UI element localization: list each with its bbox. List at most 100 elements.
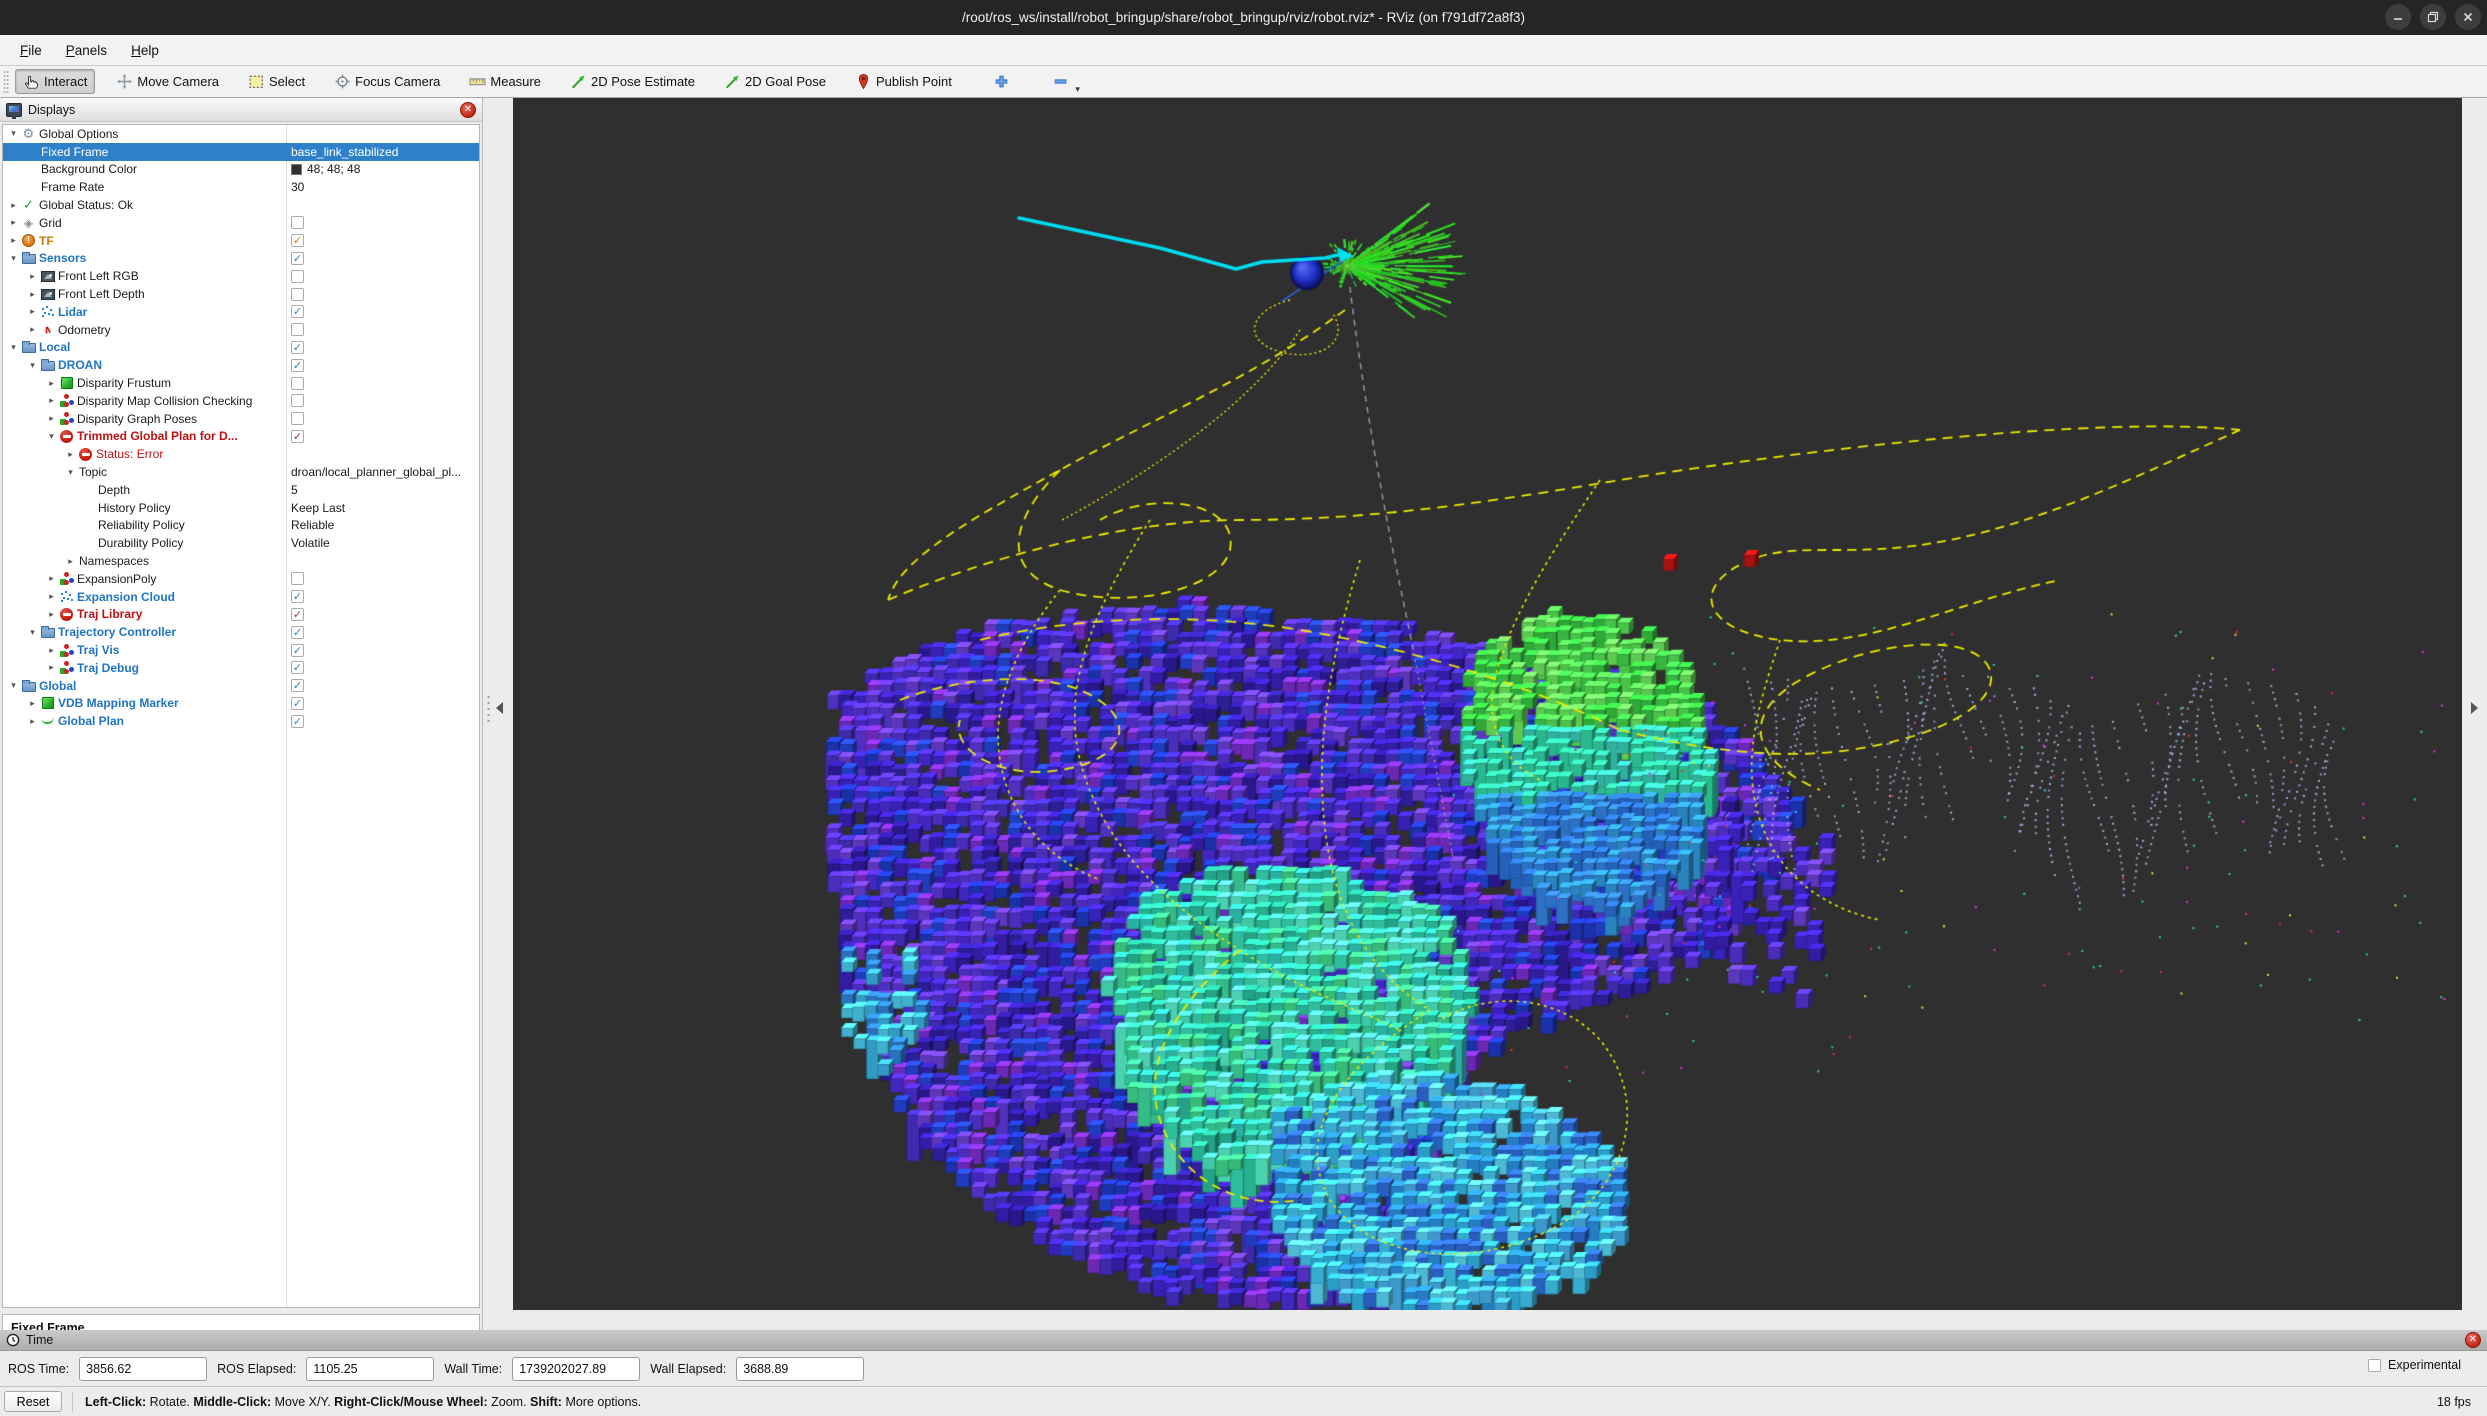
render-canvas[interactable]: [513, 98, 2462, 1310]
collapse-arrow-icon[interactable]: ▸: [7, 217, 20, 228]
property-value[interactable]: Reliable: [291, 518, 334, 532]
enabled-checkbox[interactable]: ✓: [291, 305, 304, 318]
display-row-reliability-policy[interactable]: Reliability PolicyReliable: [3, 517, 479, 535]
collapse-arrow-icon[interactable]: ▸: [45, 645, 58, 656]
property-value[interactable]: droan/local_planner_global_pl...: [291, 465, 461, 479]
display-row-expansionpoly[interactable]: ▸ExpansionPoly: [3, 570, 479, 588]
display-row-sensors[interactable]: ▾Sensors✓: [3, 250, 479, 268]
experimental-checkbox[interactable]: [2368, 1359, 2381, 1372]
display-row-local[interactable]: ▾Local✓: [3, 339, 479, 357]
property-value[interactable]: Volatile: [291, 536, 330, 550]
display-row-fixed-frame[interactable]: Fixed Framebase_link_stabilized: [3, 143, 479, 161]
enabled-checkbox[interactable]: ✓: [291, 430, 304, 443]
enabled-checkbox[interactable]: ✓: [291, 715, 304, 728]
close-window-button[interactable]: [2455, 4, 2481, 30]
expand-arrow-icon[interactable]: ▾: [7, 128, 20, 139]
displays-close-icon[interactable]: ✕: [460, 102, 476, 118]
display-row-durability-policy[interactable]: Durability PolicyVolatile: [3, 534, 479, 552]
ros-elapsed-input[interactable]: [306, 1357, 434, 1381]
collapse-right-icon[interactable]: [2471, 702, 2478, 714]
enabled-checkbox[interactable]: ✓: [291, 252, 304, 265]
property-value[interactable]: Keep Last: [291, 501, 345, 515]
display-row-grid[interactable]: ▸◈Grid: [3, 214, 479, 232]
collapse-arrow-icon[interactable]: ▸: [45, 395, 58, 406]
expand-arrow-icon[interactable]: ▾: [64, 467, 77, 478]
display-row-droan[interactable]: ▾DROAN✓: [3, 356, 479, 374]
splitter-handle[interactable]: [487, 694, 490, 724]
collapse-arrow-icon[interactable]: ▸: [26, 271, 39, 282]
expand-arrow-icon[interactable]: ▾: [45, 431, 58, 442]
tool-2d-goal-pose[interactable]: 2D Goal Pose: [716, 69, 834, 94]
enabled-checkbox[interactable]: ✓: [291, 608, 304, 621]
tool-select[interactable]: Select: [240, 69, 313, 94]
display-row-front-left-rgb[interactable]: ▸Front Left RGB: [3, 267, 479, 285]
time-panel-header[interactable]: Time ✕: [0, 1330, 2487, 1351]
enabled-checkbox[interactable]: ✓: [291, 697, 304, 710]
enabled-checkbox[interactable]: ✓: [291, 644, 304, 657]
expand-arrow-icon[interactable]: ▾: [26, 627, 39, 638]
collapse-arrow-icon[interactable]: ▸: [26, 306, 39, 317]
expand-arrow-icon[interactable]: ▾: [7, 253, 20, 264]
display-row-status-error[interactable]: ▸Status: Error: [3, 445, 479, 463]
collapse-arrow-icon[interactable]: ▸: [45, 573, 58, 584]
wall-elapsed-input[interactable]: [736, 1357, 864, 1381]
collapse-arrow-icon[interactable]: ▸: [45, 591, 58, 602]
collapse-arrow-icon[interactable]: ▸: [64, 556, 77, 567]
collapse-arrow-icon[interactable]: ▸: [64, 449, 77, 460]
tool-publish-point[interactable]: Publish Point: [847, 69, 960, 94]
time-close-icon[interactable]: ✕: [2465, 1332, 2481, 1348]
collapse-arrow-icon[interactable]: ▸: [7, 200, 20, 211]
add-tool-button[interactable]: [987, 69, 1016, 94]
display-row-disparity-map-collision-checking[interactable]: ▸Disparity Map Collision Checking: [3, 392, 479, 410]
3d-viewport[interactable]: [513, 98, 2462, 1310]
display-row-topic[interactable]: ▾Topicdroan/local_planner_global_pl...: [3, 463, 479, 481]
tool-move-camera[interactable]: Move Camera: [108, 69, 227, 94]
enabled-checkbox[interactable]: ✓: [291, 661, 304, 674]
tool-interact[interactable]: Interact: [15, 69, 95, 94]
enabled-checkbox[interactable]: ✓: [291, 626, 304, 639]
enabled-checkbox[interactable]: [291, 377, 304, 390]
display-row-namespaces[interactable]: ▸Namespaces: [3, 552, 479, 570]
menu-item-panels[interactable]: Panels: [56, 39, 117, 62]
menu-item-help[interactable]: Help: [121, 39, 169, 62]
remove-tool-button[interactable]: ▾: [1046, 69, 1075, 94]
enabled-checkbox[interactable]: [291, 394, 304, 407]
enabled-checkbox[interactable]: ✓: [291, 341, 304, 354]
enabled-checkbox[interactable]: [291, 323, 304, 336]
display-row-disparity-graph-poses[interactable]: ▸Disparity Graph Poses: [3, 410, 479, 428]
property-value[interactable]: 5: [291, 483, 298, 497]
enabled-checkbox[interactable]: ✓: [291, 234, 304, 247]
toolbar-drag-handle[interactable]: [3, 70, 9, 94]
left-splitter[interactable]: [482, 98, 513, 1330]
minimize-button[interactable]: [2385, 4, 2411, 30]
enabled-checkbox[interactable]: ✓: [291, 679, 304, 692]
enabled-checkbox[interactable]: [291, 270, 304, 283]
display-row-global-options[interactable]: ▾⚙Global Options: [3, 125, 479, 143]
display-row-background-color[interactable]: Background Color48; 48; 48: [3, 161, 479, 179]
enabled-checkbox[interactable]: ✓: [291, 590, 304, 603]
display-row-global-status-ok[interactable]: ▸✓Global Status: Ok: [3, 196, 479, 214]
collapse-arrow-icon[interactable]: ▸: [45, 609, 58, 620]
display-row-frame-rate[interactable]: Frame Rate30: [3, 178, 479, 196]
collapse-arrow-icon[interactable]: ▸: [26, 289, 39, 300]
display-row-global[interactable]: ▾Global✓: [3, 677, 479, 695]
display-row-traj-vis[interactable]: ▸Traj Vis✓: [3, 641, 479, 659]
collapse-arrow-icon[interactable]: ▸: [45, 662, 58, 673]
property-value[interactable]: base_link_stabilized: [291, 145, 398, 159]
reset-button[interactable]: Reset: [4, 1391, 62, 1412]
menu-item-file[interactable]: File: [10, 39, 52, 62]
property-value[interactable]: 30: [291, 180, 304, 194]
restore-button[interactable]: [2420, 4, 2446, 30]
display-row-lidar[interactable]: ▸Lidar✓: [3, 303, 479, 321]
collapse-left-icon[interactable]: [496, 702, 503, 714]
color-swatch[interactable]: [291, 164, 302, 175]
display-row-trimmed-global-plan-for-d[interactable]: ▾Trimmed Global Plan for D...✓: [3, 428, 479, 446]
collapse-arrow-icon[interactable]: ▸: [7, 235, 20, 246]
ros-time-input[interactable]: [79, 1357, 207, 1381]
collapse-arrow-icon[interactable]: ▸: [45, 413, 58, 424]
display-row-depth[interactable]: Depth5: [3, 481, 479, 499]
enabled-checkbox[interactable]: [291, 216, 304, 229]
expand-arrow-icon[interactable]: ▾: [7, 342, 20, 353]
property-value[interactable]: 48; 48; 48: [307, 162, 360, 176]
expand-arrow-icon[interactable]: ▾: [7, 680, 20, 691]
